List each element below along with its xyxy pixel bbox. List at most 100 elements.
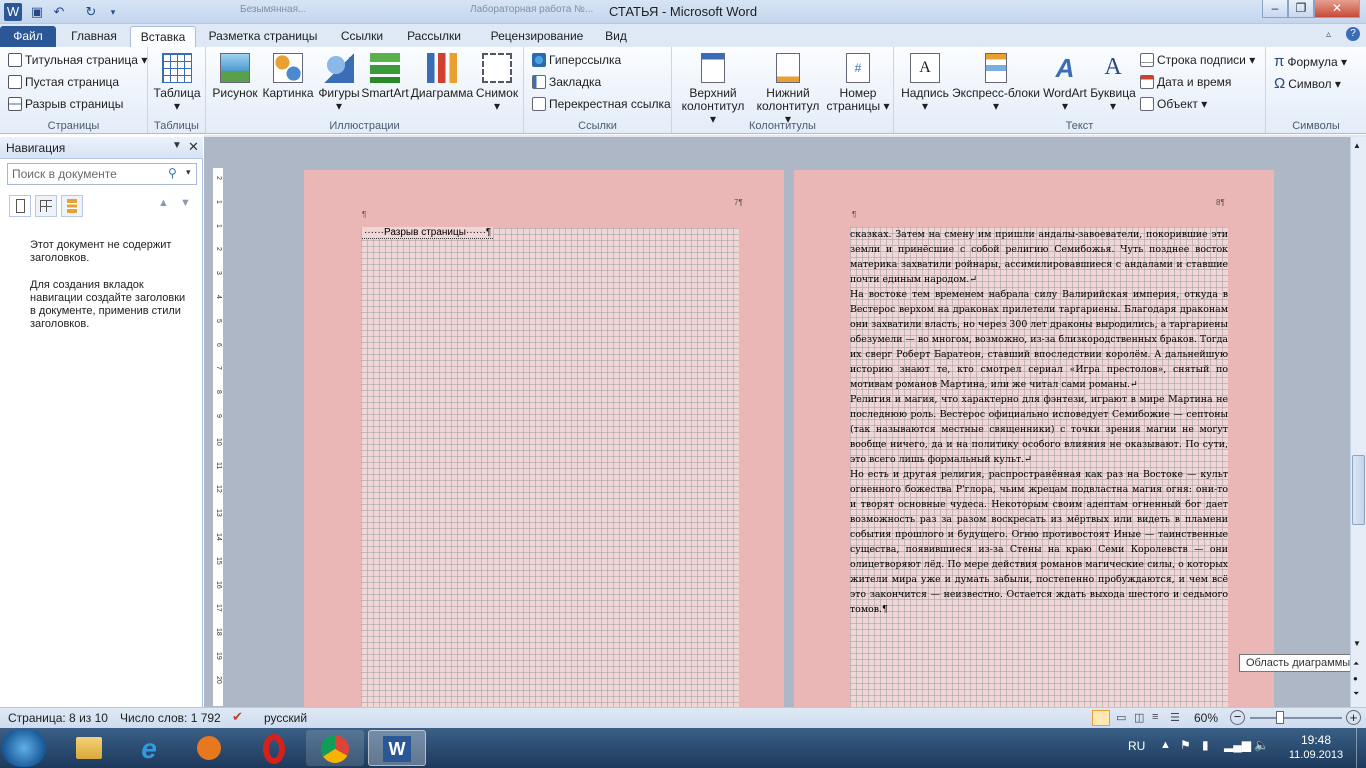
- header-button[interactable]: Верхний колонтитул ▾: [678, 53, 748, 126]
- smartart-button[interactable]: SmartArt: [360, 53, 410, 100]
- paragraph[interactable]: сказках. Затем на смену им пришли андалы…: [850, 227, 1228, 287]
- nav-options-icon[interactable]: ▼: [172, 140, 182, 151]
- scroll-up-icon[interactable]: ▲: [1353, 141, 1361, 150]
- maximize-button[interactable]: ❐: [1288, 0, 1314, 18]
- shapes-button[interactable]: Фигуры ▾: [316, 53, 362, 113]
- tab-view[interactable]: Вид: [600, 26, 632, 47]
- footer-button[interactable]: Нижний колонтитул ▾: [752, 53, 824, 126]
- document-area[interactable]: 2 1 1 2 3 4 5 6 7 8 9 10 11 12 13 14 15 16 17 18 19 20 7¶ ¶ ·…: [204, 137, 1350, 707]
- tray-expand-icon[interactable]: ▲: [1160, 739, 1171, 751]
- page-count[interactable]: Страница: 8 из 10: [8, 711, 108, 725]
- web-layout-view-icon[interactable]: ◫: [1134, 711, 1144, 724]
- screenshot-icon: [482, 53, 512, 83]
- group-illustrations: Рисунок Картинка Фигуры ▾ SmartArt Диагр…: [206, 47, 524, 133]
- nav-tab-pages[interactable]: [35, 195, 57, 217]
- symbol-button[interactable]: Ω Символ ▾: [1274, 75, 1341, 92]
- zoom-out-icon[interactable]: −: [1230, 710, 1245, 725]
- network-icon[interactable]: ▂▄▆: [1224, 738, 1251, 752]
- next-result-icon[interactable]: ▼: [180, 197, 191, 209]
- scroll-thumb[interactable]: [1352, 455, 1365, 525]
- page-number-icon: #: [846, 53, 870, 83]
- nav-close-icon[interactable]: ✕: [188, 139, 199, 155]
- keyboard-language[interactable]: RU: [1128, 739, 1145, 753]
- show-desktop-button[interactable]: [1356, 728, 1366, 768]
- dropcap-button[interactable]: A Буквица ▾: [1090, 53, 1136, 113]
- document-text[interactable]: сказках. Затем на смену им пришли андалы…: [850, 227, 1228, 617]
- paragraph[interactable]: Но есть и другая религия, распространённ…: [850, 467, 1228, 617]
- clock-time[interactable]: 19:48: [1286, 733, 1346, 747]
- paragraph[interactable]: На востоке тем временем набрала силу Вал…: [850, 287, 1228, 392]
- spelling-check-icon[interactable]: ✔: [232, 709, 243, 725]
- scroll-down-icon[interactable]: ▼: [1353, 639, 1361, 648]
- tab-mailings[interactable]: Рассылки: [400, 26, 468, 47]
- bookmark-button[interactable]: Закладка: [532, 75, 601, 89]
- fullscreen-view-icon[interactable]: ▭: [1116, 711, 1126, 724]
- object-button[interactable]: Объект ▾: [1140, 97, 1207, 111]
- page-break-button[interactable]: Разрыв страницы: [8, 97, 123, 111]
- prev-result-icon[interactable]: ▲: [158, 197, 169, 209]
- datetime-button[interactable]: Дата и время: [1140, 75, 1231, 89]
- tab-insert[interactable]: Вставка: [130, 26, 196, 47]
- close-button[interactable]: ✕: [1314, 0, 1360, 18]
- zoom-slider-thumb[interactable]: [1276, 711, 1285, 724]
- search-icon[interactable]: ⚲: [168, 166, 177, 180]
- page-number-button[interactable]: # Номер страницы ▾: [826, 53, 890, 113]
- equation-button[interactable]: π Формула ▾: [1274, 53, 1347, 70]
- tab-home[interactable]: Главная: [62, 26, 126, 47]
- print-layout-view-icon[interactable]: [1092, 710, 1110, 726]
- minimize-button[interactable]: –: [1262, 0, 1288, 18]
- tab-file[interactable]: Файл: [0, 26, 56, 47]
- page-8[interactable]: 8¶ ¶ сказках. Затем на смену им пришли а…: [794, 170, 1274, 707]
- paragraph[interactable]: Религия и магия, что характерно для фэнт…: [850, 392, 1228, 467]
- vertical-ruler[interactable]: 2 1 1 2 3 4 5 6 7 8 9 10 11 12 13 14 15 16 17 18 19 20: [212, 167, 224, 707]
- prev-page-icon[interactable]: ⏶: [1353, 659, 1359, 669]
- tab-references[interactable]: Ссылки: [332, 26, 392, 47]
- nav-tab-results[interactable]: [61, 195, 83, 217]
- draft-view-icon[interactable]: ☰: [1170, 711, 1180, 724]
- chrome-taskbar-icon[interactable]: [306, 730, 364, 766]
- textbox-button[interactable]: A Надпись ▾: [900, 53, 950, 113]
- start-button[interactable]: [2, 729, 46, 767]
- word-taskbar-icon[interactable]: W: [368, 730, 426, 766]
- screenshot-button[interactable]: Снимок ▾: [474, 53, 520, 113]
- ruler-tick-label: 10: [215, 437, 222, 446]
- power-icon[interactable]: ▮: [1202, 738, 1209, 752]
- vertical-scrollbar[interactable]: ▲ ▼ ⏶ ● ⏷: [1350, 137, 1366, 707]
- clipart-button[interactable]: Картинка: [260, 53, 316, 100]
- search-options-icon[interactable]: ▾: [186, 167, 191, 178]
- title-page-button[interactable]: Титульная страница ▾: [8, 53, 147, 67]
- outline-view-icon[interactable]: ≡: [1152, 711, 1158, 723]
- clock-date[interactable]: 11.09.2013: [1280, 749, 1352, 761]
- volume-icon[interactable]: 🔈: [1254, 738, 1269, 752]
- zoom-in-icon[interactable]: +: [1346, 710, 1361, 725]
- table-button[interactable]: Таблица ▾: [152, 53, 202, 113]
- explorer-taskbar-icon[interactable]: [60, 730, 118, 766]
- signature-line-button[interactable]: Строка подписи ▾: [1140, 53, 1255, 67]
- word-count[interactable]: Число слов: 1 792: [120, 711, 221, 725]
- page-7[interactable]: 7¶ ¶ ······Разрыв страницы······¶: [304, 170, 784, 707]
- picture-icon: [220, 53, 250, 83]
- flag-icon[interactable]: ⚑: [1180, 738, 1191, 752]
- tab-review[interactable]: Рецензирование: [478, 26, 596, 47]
- crossref-button[interactable]: Перекрестная ссылка: [532, 97, 671, 111]
- opera-taskbar-icon[interactable]: [245, 730, 303, 766]
- help-icon[interactable]: ?: [1346, 27, 1360, 41]
- language[interactable]: русский: [264, 711, 307, 725]
- next-page-icon[interactable]: ⏷: [1353, 689, 1359, 699]
- wordart-button[interactable]: A WordArt ▾: [1040, 53, 1090, 113]
- nav-tab-headings[interactable]: [9, 195, 31, 217]
- browse-object-icon[interactable]: ●: [1353, 674, 1358, 683]
- quickparts-button[interactable]: Экспресс-блоки ▾: [952, 53, 1040, 113]
- tab-page-layout[interactable]: Разметка страницы: [202, 26, 324, 47]
- hyperlink-button[interactable]: Гиперссылка: [532, 53, 621, 67]
- ie-taskbar-icon[interactable]: e: [120, 730, 178, 766]
- zoom-slider[interactable]: [1250, 717, 1342, 719]
- zoom-level[interactable]: 60%: [1194, 711, 1218, 725]
- ruler-tick-label: 2: [215, 247, 222, 252]
- chart-button[interactable]: Диаграмма: [410, 53, 474, 100]
- media-player-taskbar-icon[interactable]: [180, 730, 238, 766]
- minimize-ribbon-icon[interactable]: ▵: [1326, 29, 1331, 40]
- picture-button[interactable]: Рисунок: [212, 53, 258, 100]
- blank-page-button[interactable]: Пустая страница: [8, 75, 119, 89]
- ruler-tick-label: 8: [215, 390, 222, 395]
